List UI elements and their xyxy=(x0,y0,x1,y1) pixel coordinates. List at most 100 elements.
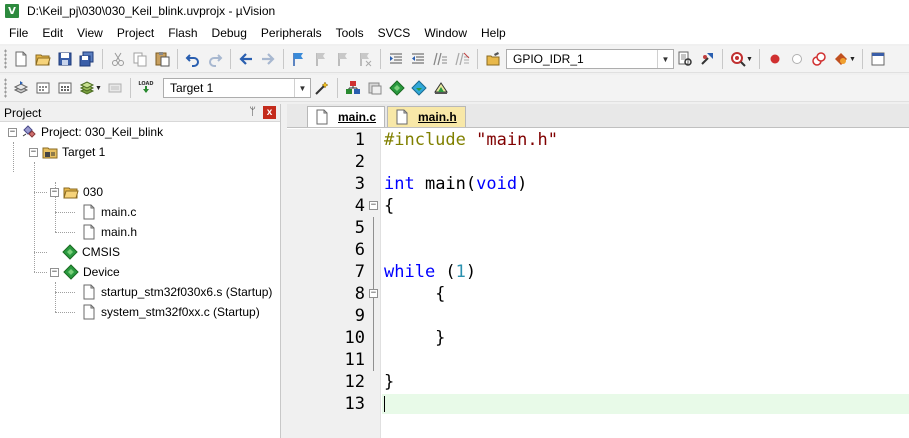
close-icon[interactable]: x xyxy=(263,106,276,119)
tree-connector xyxy=(34,162,35,272)
indent-button[interactable] xyxy=(385,48,407,70)
toolbar-grip[interactable] xyxy=(4,49,7,69)
code-line-1[interactable]: 1 #include "main.h" xyxy=(287,129,909,151)
chevron-down-icon[interactable]: ▼ xyxy=(95,85,102,92)
tree-item-label: Target 1 xyxy=(62,145,106,159)
download-button[interactable]: LOAD xyxy=(135,77,157,99)
menu-project[interactable]: Project xyxy=(110,22,161,44)
file-extensions-button[interactable] xyxy=(364,77,386,99)
code-line-11[interactable]: 11 xyxy=(287,349,909,371)
menu-peripherals[interactable]: Peripherals xyxy=(254,22,329,44)
pack-installer-button[interactable] xyxy=(430,77,452,99)
chevron-down-icon[interactable]: ▼ xyxy=(293,79,310,97)
tree-item-system-file[interactable]: system_stm32f0xx.c (Startup) xyxy=(81,302,260,322)
insert-bookmark-button[interactable] xyxy=(288,48,310,70)
chevron-down-icon[interactable]: ▼ xyxy=(849,56,856,63)
code-line-6[interactable]: 6 xyxy=(287,239,909,261)
navigate-back-button[interactable] xyxy=(235,48,257,70)
undo-button[interactable] xyxy=(182,48,204,70)
tree-item-target[interactable]: − Target 1 xyxy=(29,142,105,162)
disable-breakpoint-button[interactable] xyxy=(786,48,808,70)
open-file-button[interactable] xyxy=(32,48,54,70)
code-line-5[interactable]: 5 xyxy=(287,217,909,239)
fold-collapse-icon[interactable]: − xyxy=(369,289,378,298)
target-combo[interactable]: Target 1 ▼ xyxy=(162,78,311,98)
find-in-files-button[interactable] xyxy=(482,48,504,70)
previous-bookmark-button[interactable] xyxy=(310,48,332,70)
collapse-icon[interactable]: − xyxy=(8,127,17,137)
clear-bookmarks-button[interactable] xyxy=(354,48,376,70)
windows-button[interactable] xyxy=(867,48,889,70)
navigate-forward-button[interactable] xyxy=(257,48,279,70)
menu-debug[interactable]: Debug xyxy=(205,22,254,44)
collapse-icon[interactable]: − xyxy=(50,267,59,277)
build-button[interactable] xyxy=(32,77,54,99)
tab-main-c[interactable]: main.c xyxy=(307,106,386,127)
string-literal: "main.h" xyxy=(476,130,559,150)
code-line-9[interactable]: 9 xyxy=(287,305,909,327)
menu-svcs[interactable]: SVCS xyxy=(371,22,418,44)
code-editor[interactable]: 1 #include "main.h" 2 3 int main(void) 4… xyxy=(287,129,909,438)
next-bookmark-button[interactable] xyxy=(332,48,354,70)
manage-run-time-environment-button[interactable] xyxy=(408,77,430,99)
target-options-button[interactable] xyxy=(311,77,333,99)
copy-icon xyxy=(133,52,147,67)
code-line-4[interactable]: 4 − { xyxy=(287,195,909,217)
collapse-icon[interactable]: − xyxy=(29,147,38,157)
code-line-8[interactable]: 8 − { xyxy=(287,283,909,305)
keyword: void xyxy=(476,174,518,194)
new-file-button[interactable] xyxy=(10,48,32,70)
code-line-12[interactable]: 12 } xyxy=(287,371,909,393)
rebuild-icon xyxy=(58,82,72,94)
tree-item-project[interactable]: − Project: 030_Keil_blink xyxy=(8,122,163,142)
fold-collapse-icon[interactable]: − xyxy=(369,201,378,210)
collapse-icon[interactable]: − xyxy=(50,187,59,197)
tab-main-h[interactable]: main.h xyxy=(387,106,466,127)
menu-help[interactable]: Help xyxy=(474,22,513,44)
menu-tools[interactable]: Tools xyxy=(329,22,371,44)
save-all-button[interactable] xyxy=(76,48,98,70)
tree-item-cmsis[interactable]: CMSIS xyxy=(62,242,120,262)
chevron-down-icon[interactable]: ▼ xyxy=(657,50,673,68)
tree-item-device[interactable]: − Device xyxy=(50,262,120,282)
menu-flash[interactable]: Flash xyxy=(161,22,204,44)
comment-button[interactable] xyxy=(429,48,451,70)
code-line-3[interactable]: 3 int main(void) xyxy=(287,173,909,195)
translate-button[interactable] xyxy=(10,77,32,99)
rebuild-button[interactable] xyxy=(54,77,76,99)
chevron-down-icon[interactable]: ▼ xyxy=(746,56,753,63)
find-button[interactable] xyxy=(674,48,696,70)
manage-project-items-button[interactable] xyxy=(342,77,364,99)
tree-item-main-c[interactable]: main.c xyxy=(81,202,136,222)
paste-button[interactable] xyxy=(151,48,173,70)
menu-window[interactable]: Window xyxy=(417,22,474,44)
find-combo[interactable]: GPIO_IDR_1 ▼ xyxy=(506,49,674,69)
load-download-icon: LOAD xyxy=(138,81,154,93)
code-line-13[interactable]: 13 xyxy=(287,393,909,415)
code-line-2[interactable]: 2 xyxy=(287,151,909,173)
code-line-7[interactable]: 7 while (1) xyxy=(287,261,909,283)
pin-icon[interactable]: ᛘ xyxy=(249,106,256,118)
undo-icon xyxy=(185,54,199,67)
cut-button[interactable] xyxy=(107,48,129,70)
incremental-find-button[interactable] xyxy=(696,48,718,70)
insert-breakpoint-button[interactable] xyxy=(764,48,786,70)
menu-edit[interactable]: Edit xyxy=(35,22,70,44)
stop-build-button[interactable] xyxy=(104,77,126,99)
tree-item-startup-file[interactable]: startup_stm32f030x6.s (Startup) xyxy=(81,282,272,302)
tree-item-group-030[interactable]: − 030 xyxy=(50,182,103,202)
uncomment-button[interactable] xyxy=(451,48,473,70)
breakpoint-icon xyxy=(770,54,780,64)
tree-item-main-h[interactable]: main.h xyxy=(81,222,137,242)
menu-view[interactable]: View xyxy=(70,22,110,44)
kill-breakpoints-button[interactable] xyxy=(808,48,830,70)
redo-button[interactable] xyxy=(204,48,226,70)
unindent-button[interactable] xyxy=(407,48,429,70)
menu-file[interactable]: File xyxy=(2,22,35,44)
copy-button[interactable] xyxy=(129,48,151,70)
green-diamond-icon xyxy=(63,264,79,280)
code-line-10[interactable]: 10 } xyxy=(287,327,909,349)
select-software-packs-button[interactable] xyxy=(386,77,408,99)
save-button[interactable] xyxy=(54,48,76,70)
toolbar-grip[interactable] xyxy=(4,78,7,98)
